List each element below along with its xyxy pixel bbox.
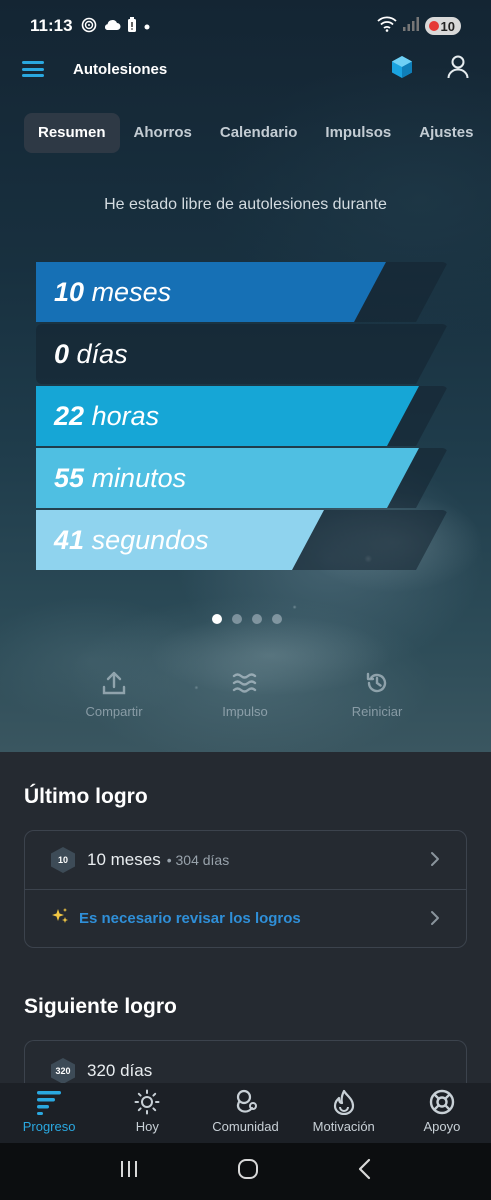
recent-apps-icon[interactable] bbox=[118, 1159, 140, 1184]
counter-hours: 22 horas bbox=[36, 386, 448, 446]
nav-comunidad[interactable]: Comunidad bbox=[196, 1083, 294, 1143]
nav-label: Comunidad bbox=[212, 1119, 279, 1134]
page-title: Autolesiones bbox=[73, 60, 168, 78]
profile-icon[interactable] bbox=[447, 55, 469, 84]
premium-hexagon-icon[interactable] bbox=[391, 55, 413, 84]
counter-label: 10 meses bbox=[54, 262, 171, 322]
progress-icon bbox=[35, 1089, 63, 1119]
share-button[interactable]: Compartir bbox=[69, 670, 159, 719]
nav-apoyo[interactable]: Apoyo bbox=[393, 1083, 491, 1143]
chevron-right-icon bbox=[430, 906, 440, 932]
counter-label: 55 minutos bbox=[54, 448, 186, 508]
counter-days: 0 días bbox=[36, 324, 448, 384]
dot-icon bbox=[143, 18, 151, 34]
next-achievement-main: 320 días bbox=[87, 1061, 153, 1080]
counter-unit: meses bbox=[91, 277, 172, 307]
counter-label: 0 días bbox=[54, 324, 128, 384]
tab-calendario[interactable]: Calendario bbox=[206, 113, 312, 153]
reset-button[interactable]: Reiniciar bbox=[332, 670, 422, 719]
achievement-badge-icon: 320 bbox=[51, 1058, 75, 1084]
counter-value: 10 bbox=[54, 277, 85, 307]
urge-button[interactable]: Impulso bbox=[200, 670, 290, 719]
wifi-icon bbox=[376, 16, 397, 37]
tab-ahorros[interactable]: Ahorros bbox=[120, 113, 206, 153]
nav-label: Motivación bbox=[312, 1119, 375, 1134]
counter-value: 22 bbox=[54, 401, 85, 431]
community-icon bbox=[232, 1089, 260, 1119]
review-achievements-row[interactable]: Es necesario revisar los logros bbox=[25, 889, 466, 947]
counter-unit: horas bbox=[91, 401, 160, 431]
reset-label: Reiniciar bbox=[351, 704, 403, 719]
counter-value: 55 bbox=[54, 463, 85, 493]
signal-icon bbox=[402, 16, 419, 36]
page-dot[interactable] bbox=[252, 614, 262, 624]
counter-seconds: 41 segundos bbox=[36, 510, 448, 570]
tab-impulsos[interactable]: Impulsos bbox=[311, 113, 405, 153]
last-achievement-main: 10 meses bbox=[87, 850, 161, 869]
hamburger-menu-icon[interactable] bbox=[22, 61, 44, 77]
nav-label: Hoy bbox=[135, 1119, 159, 1134]
nav-progreso[interactable]: Progreso bbox=[0, 1083, 98, 1143]
counter-value: 0 bbox=[54, 339, 70, 369]
status-notification-icons bbox=[81, 16, 151, 36]
next-achievement-title: Siguiente logro bbox=[24, 995, 177, 1018]
counter-value: 41 bbox=[54, 525, 85, 555]
battery-low-icon bbox=[428, 21, 439, 31]
tab-ajustes[interactable]: Ajustes bbox=[405, 113, 487, 153]
share-icon bbox=[69, 670, 159, 696]
battery-alert-icon bbox=[127, 16, 137, 36]
history-icon bbox=[332, 670, 422, 696]
share-label: Compartir bbox=[85, 704, 143, 719]
counter-months: 10 meses bbox=[36, 262, 448, 322]
counter-minutes: 55 minutos bbox=[36, 448, 448, 508]
last-achievement-card: 10 10 meses • 304 días Es necesario revi… bbox=[24, 830, 467, 948]
waves-icon bbox=[200, 670, 290, 696]
nav-label: Apoyo bbox=[423, 1119, 461, 1134]
nav-motivacion[interactable]: Motivación bbox=[295, 1083, 393, 1143]
tab-resumen[interactable]: Resumen bbox=[24, 113, 120, 153]
counter-unit: minutos bbox=[91, 463, 187, 493]
page-dot[interactable] bbox=[232, 614, 242, 624]
urge-label: Impulso bbox=[222, 704, 268, 719]
status-time: 11:13 bbox=[30, 16, 73, 35]
counter-label: 41 segundos bbox=[54, 510, 209, 570]
chevron-right-icon bbox=[430, 847, 440, 873]
achievement-badge-icon: 10 bbox=[51, 847, 75, 873]
page-dot[interactable] bbox=[272, 614, 282, 624]
battery-indicator: 10 bbox=[424, 17, 461, 35]
cloud-icon bbox=[103, 18, 121, 35]
back-icon[interactable] bbox=[357, 1158, 373, 1185]
home-icon[interactable] bbox=[236, 1157, 260, 1186]
review-achievements-link: Es necesario revisar los logros bbox=[79, 910, 301, 927]
sun-icon bbox=[133, 1089, 161, 1119]
page-dot[interactable] bbox=[212, 614, 222, 624]
counter-label: 22 horas bbox=[54, 386, 159, 446]
flame-icon bbox=[330, 1089, 358, 1119]
app-header: Autolesiones bbox=[0, 46, 491, 92]
battery-level: 10 bbox=[440, 18, 455, 34]
counter-unit: días bbox=[76, 339, 128, 369]
nav-label: Progreso bbox=[22, 1119, 76, 1134]
counter-unit: segundos bbox=[91, 525, 209, 555]
sparkles-icon bbox=[51, 907, 69, 930]
hero-actions: Compartir Impulso Reiniciar bbox=[0, 670, 491, 730]
system-navigation-bar bbox=[0, 1143, 491, 1200]
nav-hoy[interactable]: Hoy bbox=[98, 1083, 196, 1143]
hero-subtitle: He estado libre de autolesiones durante bbox=[104, 196, 387, 213]
last-achievement-row[interactable]: 10 10 meses • 304 días bbox=[25, 831, 466, 889]
last-achievement-sub: • 304 días bbox=[166, 852, 230, 868]
tab-bar: Resumen Ahorros Calendario Impulsos Ajus… bbox=[24, 113, 487, 153]
bottom-navigation: Progreso Hoy Comunidad Motivación Apoyo bbox=[0, 1083, 491, 1143]
page-indicator bbox=[212, 614, 282, 624]
fingerprint-icon bbox=[81, 17, 97, 36]
last-achievement-title: Último logro bbox=[24, 785, 148, 808]
status-bar: 11:13 10 bbox=[0, 0, 491, 52]
lifebuoy-icon bbox=[428, 1089, 456, 1119]
